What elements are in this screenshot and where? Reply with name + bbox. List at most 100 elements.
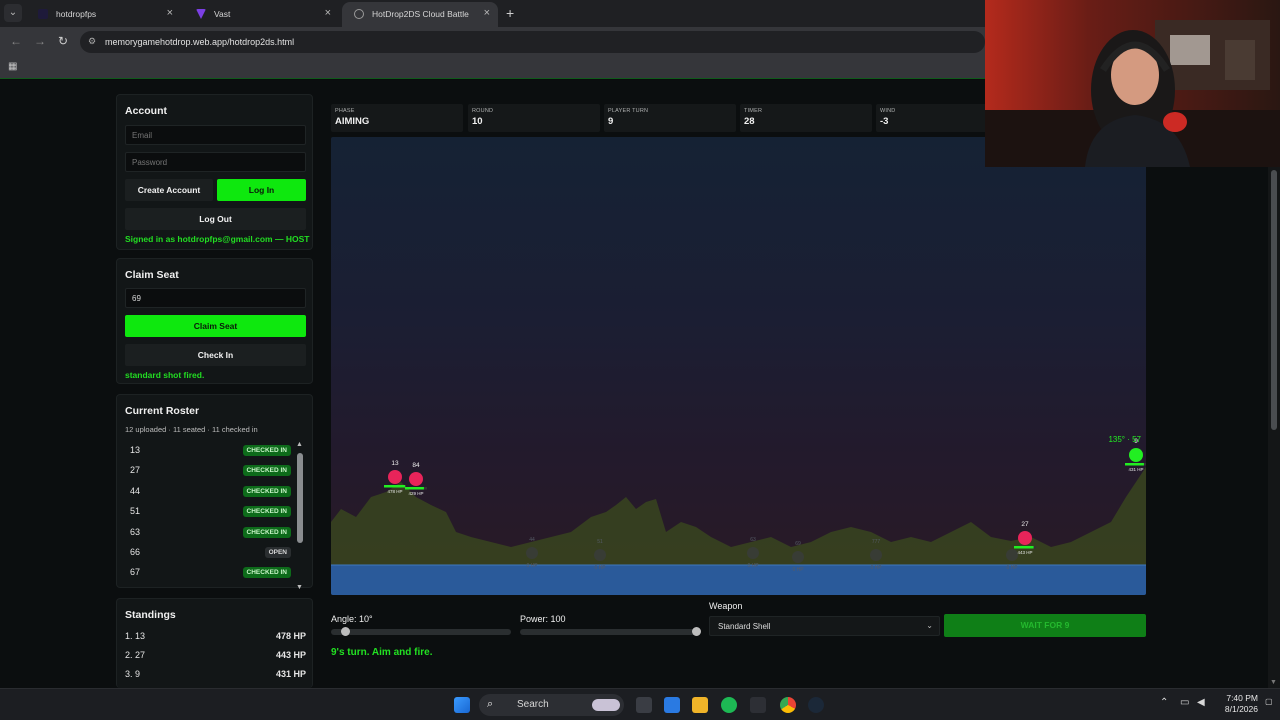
check-in-button[interactable]: Check In (125, 344, 306, 366)
water (331, 565, 1146, 595)
hud-label: PLAYER TURN (608, 108, 649, 114)
steam-icon[interactable] (808, 697, 824, 713)
file-explorer-icon[interactable] (692, 697, 708, 713)
forward-icon[interactable]: → (34, 34, 46, 48)
roster-row: 27 CHECKED IN (125, 461, 295, 481)
back-icon[interactable]: ← (10, 34, 22, 48)
task-view-icon[interactable] (636, 697, 652, 713)
hp-bar-fill (1014, 546, 1034, 549)
roster-seat: 66 (130, 546, 141, 557)
scroll-down-icon[interactable]: ▼ (296, 584, 303, 591)
tab-vast[interactable]: Vast × (184, 2, 339, 27)
standing-row: 2. 27 443 HP (125, 650, 306, 660)
page-scrollbar[interactable]: ▲ ▼ (1268, 80, 1280, 688)
status-badge: CHECKED IN (242, 506, 291, 518)
standing-row: 3. 9 431 HP (125, 669, 306, 679)
notification-icon[interactable]: ▢ (1265, 697, 1273, 706)
roster-summary: 12 uploaded · 11 seated · 11 checked in (125, 425, 258, 434)
chevron-down-icon: ⌄ (926, 621, 933, 630)
network-icon[interactable]: ▭ (1180, 697, 1189, 708)
hud-fx-icon[interactable] (750, 697, 766, 713)
tray-overflow-chevron-icon[interactable]: ⌃ (1160, 697, 1168, 708)
roster-row: 66 OPEN (125, 543, 295, 563)
spotify-icon[interactable] (721, 697, 737, 713)
email-field[interactable] (125, 125, 306, 145)
url-field[interactable]: ⚙ memorygamehotdrop.web.app/hotdrop2ds.h… (80, 31, 985, 53)
tank-seat-label: 13 (391, 460, 399, 467)
eliminated-tank (594, 549, 606, 561)
hud-round: ROUND 10 (468, 104, 600, 132)
close-icon[interactable]: × (325, 7, 331, 19)
ghost-hp-label: 0 HP (526, 563, 538, 569)
windows-start-icon[interactable] (454, 697, 470, 713)
password-field[interactable] (125, 152, 306, 172)
ghost-hp-label: 0 HP (870, 565, 882, 571)
standings-panel: Standings 1. 13 478 HP 2. 27 443 HP 3. 9 43… (116, 598, 313, 688)
weapon-selected-value: Standard Shell (718, 622, 771, 631)
reload-icon[interactable]: ↻ (58, 34, 68, 48)
hp-bar-fill (1125, 463, 1144, 466)
roster-title: Current Roster (125, 405, 200, 417)
claim-seat-title: Claim Seat (125, 269, 179, 281)
fire-button[interactable]: WAIT FOR 9 (944, 614, 1146, 637)
scroll-down-icon[interactable]: ▼ (1270, 679, 1277, 686)
search-label: Search (517, 699, 549, 710)
roster-list[interactable]: 13 CHECKED IN 27 CHECKED IN 44 CHECKED IN 5… (125, 441, 295, 591)
hud-phase: PHASE AIMING (331, 104, 463, 132)
tank-9 (1129, 448, 1143, 462)
create-account-button[interactable]: Create Account (125, 179, 213, 201)
standing-rank: 2. 27 (125, 650, 146, 660)
angle-slider-knob[interactable] (340, 627, 350, 636)
tab-search-button[interactable]: ⌄ (4, 4, 22, 22)
power-slider[interactable] (520, 627, 701, 636)
status-badge: CHECKED IN (242, 526, 291, 538)
standing-hp: 443 HP (275, 650, 306, 660)
new-tab-button[interactable]: + (506, 5, 514, 21)
notepad-icon[interactable] (664, 697, 680, 713)
log-in-button[interactable]: Log In (217, 179, 306, 201)
tank-27 (1018, 531, 1032, 545)
ghost-seat-label: 777 (872, 539, 881, 545)
roster-scroll-thumb[interactable] (297, 453, 303, 543)
battle-arena-canvas[interactable]: 13 478 HP 84 429 HP 27 443 HP 9 431 HP 44 0 HP 51 0… (331, 137, 1146, 595)
roster-seat: 13 (130, 445, 141, 455)
chrome-icon[interactable] (780, 697, 796, 713)
roster-scrollbar[interactable]: ▲ ▼ (296, 441, 304, 591)
close-icon[interactable]: × (167, 7, 173, 19)
hud-label: PHASE (335, 108, 355, 114)
system-clock[interactable]: 7:40 PM 8/1/2026 (1218, 693, 1258, 715)
standings-title: Standings (125, 609, 176, 621)
angle-slider[interactable] (331, 627, 511, 636)
close-icon[interactable]: × (484, 7, 490, 19)
log-out-button[interactable]: Log Out (125, 208, 306, 230)
apps-grid-icon[interactable]: ▦ (8, 61, 17, 72)
volume-icon[interactable]: ◀ (1197, 697, 1205, 708)
tab-title: Vast (214, 9, 231, 19)
power-slider-knob[interactable] (692, 627, 701, 636)
claim-status-message: standard shot fired. (125, 370, 205, 380)
aim-readout: 135° · 57 (1108, 435, 1141, 444)
standing-hp: 478 HP (275, 631, 306, 641)
standing-rank: 3. 9 (125, 669, 141, 679)
page-scroll-thumb[interactable] (1271, 170, 1277, 430)
weapon-select[interactable]: Standard Shell ⌄ (709, 616, 940, 636)
site-info-icon[interactable]: ⚙ (88, 36, 96, 47)
eliminated-tank (526, 547, 538, 559)
ghost-seat-label: 44 (529, 537, 535, 543)
standing-row: 1. 13 478 HP (125, 631, 306, 641)
account-panel: Account Create Account Log In Log Out Si… (116, 94, 313, 250)
ghost-hp-label: 0 HP (747, 563, 759, 569)
search-highlight-icon[interactable] (592, 699, 620, 711)
claim-seat-button[interactable]: Claim Seat (125, 315, 306, 337)
ghost-hp-label: 0 HP (594, 565, 606, 571)
tab-hotdrop2ds[interactable]: HotDrop2DS Cloud Battle × (342, 2, 498, 27)
signed-in-status: Signed in as hotdropfps@gmail.com — HOST (125, 234, 310, 244)
scroll-up-icon[interactable]: ▲ (296, 441, 303, 448)
hud-value: 10 (472, 116, 483, 127)
hotdropfps-favicon-icon (38, 9, 48, 19)
standing-rank: 1. 13 (125, 631, 146, 641)
tab-hotdropfps[interactable]: hotdropfps × (26, 2, 181, 27)
seat-number-field[interactable] (125, 288, 306, 308)
roster-row: 51 CHECKED IN (125, 502, 295, 522)
clock-time: 7:40 PM (1226, 693, 1258, 703)
